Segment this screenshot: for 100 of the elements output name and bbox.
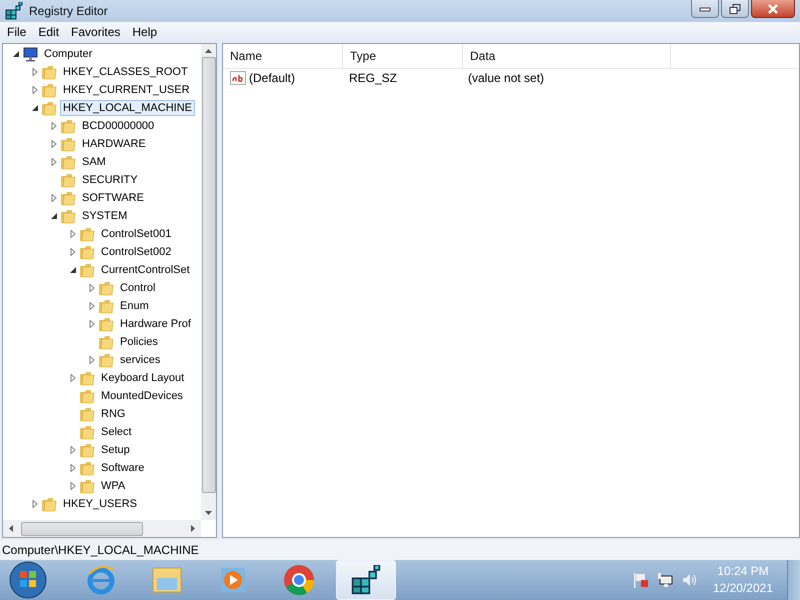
scroll-down-icon[interactable] [205, 511, 212, 515]
tree-item[interactable]: HKEY_USERS [60, 496, 140, 512]
tree-item[interactable]: Select [98, 424, 135, 440]
folder-icon [98, 316, 114, 332]
tree-item[interactable]: MountedDevices [98, 388, 186, 404]
folder-icon [151, 566, 183, 594]
tree-item[interactable]: BCD00000000 [79, 118, 158, 134]
collapsed-arrow-icon[interactable] [69, 374, 77, 382]
cubes-icon [5, 2, 23, 20]
tree-item[interactable]: Software [98, 460, 148, 476]
tree-item[interactable]: SECURITY [79, 172, 141, 188]
folder-icon [41, 100, 57, 116]
folder-icon [79, 424, 95, 440]
expanded-arrow-icon[interactable] [69, 266, 77, 274]
table-cell-text: REG_SZ [348, 71, 398, 85]
taskbar-item[interactable] [336, 560, 396, 600]
close-icon [767, 4, 779, 14]
folder-icon [41, 82, 57, 98]
column-header[interactable]: Name [223, 44, 343, 68]
menu-item[interactable]: Favorites [65, 25, 126, 39]
tree-item[interactable]: RNG [98, 406, 128, 422]
tree-item[interactable]: WPA [98, 478, 128, 494]
scroll-left-icon[interactable] [9, 525, 13, 532]
network-icon[interactable] [656, 572, 673, 588]
expanded-arrow-icon[interactable] [12, 50, 20, 58]
clock-time: 10:24 PM [717, 563, 769, 580]
collapsed-arrow-icon[interactable] [31, 500, 39, 508]
tree-item[interactable]: CurrentControlSet [98, 262, 193, 278]
tree-item[interactable]: SYSTEM [79, 208, 130, 224]
folder-icon [79, 388, 95, 404]
tree-item[interactable]: services [117, 352, 164, 368]
menu-item[interactable]: Edit [32, 25, 66, 39]
cubes-icon [351, 565, 381, 595]
folder-icon [60, 208, 76, 224]
tree-item[interactable]: Enum [117, 298, 152, 314]
collapsed-arrow-icon[interactable] [50, 158, 58, 166]
chrome-icon [283, 564, 315, 596]
folder-icon [79, 226, 95, 242]
start-button[interactable] [8, 560, 48, 600]
folder-icon [79, 406, 95, 422]
tree-item[interactable]: HKEY_LOCAL_MACHINE [60, 100, 195, 116]
speaker-icon[interactable] [680, 572, 697, 588]
tree-item[interactable]: ControlSet001 [98, 226, 174, 242]
tree-item[interactable]: HKEY_CLASSES_ROOT [60, 64, 191, 80]
computer-icon [22, 46, 38, 62]
table-cell: (Default) [249, 71, 296, 85]
tree-item[interactable]: SAM [79, 154, 109, 170]
window-title: Registry Editor [29, 4, 108, 18]
collapsed-arrow-icon[interactable] [69, 230, 77, 238]
minimize-button[interactable] [691, 0, 719, 18]
tree-item[interactable]: ControlSet002 [98, 244, 174, 260]
folder-icon [98, 352, 114, 368]
folder-icon [60, 172, 76, 188]
scroll-thumb[interactable] [21, 522, 143, 536]
tree-item[interactable]: Policies [117, 334, 161, 350]
folder-icon [98, 280, 114, 296]
collapsed-arrow-icon[interactable] [69, 248, 77, 256]
folder-icon [79, 370, 95, 386]
string-value-icon [230, 71, 246, 85]
collapsed-arrow-icon[interactable] [50, 194, 58, 202]
tree-item[interactable]: Control [117, 280, 158, 296]
collapsed-arrow-icon[interactable] [31, 68, 39, 76]
expanded-arrow-icon[interactable] [31, 104, 39, 112]
menu-item[interactable]: File [1, 25, 32, 39]
folder-icon [79, 478, 95, 494]
collapsed-arrow-icon[interactable] [69, 446, 77, 454]
close-button[interactable] [751, 0, 795, 18]
scroll-up-icon[interactable] [205, 49, 212, 53]
collapsed-arrow-icon[interactable] [31, 86, 39, 94]
menu-item[interactable]: Help [126, 25, 164, 39]
column-header[interactable]: Data [463, 44, 671, 68]
collapsed-arrow-icon[interactable] [50, 140, 58, 148]
folder-icon [41, 64, 57, 80]
collapsed-arrow-icon[interactable] [69, 464, 77, 472]
collapsed-arrow-icon[interactable] [88, 320, 96, 328]
tree-item[interactable]: Setup [98, 442, 133, 458]
scroll-right-icon[interactable] [191, 525, 195, 532]
restore-button[interactable] [721, 0, 749, 18]
horizontal-scrollbar[interactable] [3, 520, 201, 537]
flag-icon[interactable] [632, 572, 649, 588]
tree-item[interactable]: Hardware Prof [117, 316, 194, 332]
folder-icon [79, 262, 95, 278]
show-desktop-button[interactable] [787, 560, 800, 600]
tree-item[interactable]: HARDWARE [79, 136, 149, 152]
column-header[interactable]: Type [343, 44, 463, 68]
folder-icon [79, 460, 95, 476]
folder-icon [60, 118, 76, 134]
tree-item[interactable]: Computer [41, 46, 96, 62]
table-cell-text: (value not set) [467, 71, 546, 85]
tree-item[interactable]: SOFTWARE [79, 190, 147, 206]
collapsed-arrow-icon[interactable] [69, 482, 77, 490]
collapsed-arrow-icon[interactable] [88, 284, 96, 292]
collapsed-arrow-icon[interactable] [50, 122, 58, 130]
expanded-arrow-icon[interactable] [50, 212, 58, 220]
collapsed-arrow-icon[interactable] [88, 302, 96, 310]
collapsed-arrow-icon[interactable] [88, 356, 96, 364]
tree-item[interactable]: HKEY_CURRENT_USER [60, 82, 193, 98]
tree-item[interactable]: Keyboard Layout [98, 370, 188, 386]
folder-icon [79, 442, 95, 458]
browser-e-icon [85, 564, 117, 596]
